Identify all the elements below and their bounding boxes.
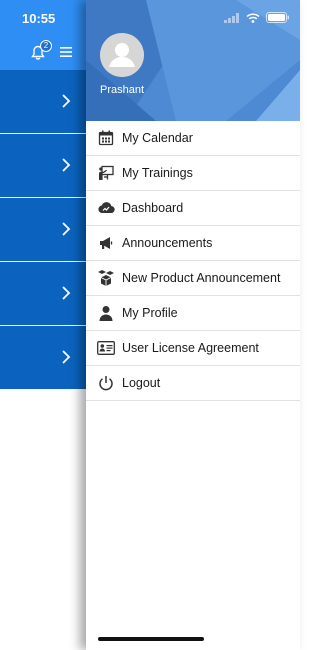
chevron-right-icon: [62, 158, 71, 172]
menu-item-user-license-agreement[interactable]: User License Agreement: [86, 331, 300, 366]
background-list-row[interactable]: [0, 198, 86, 261]
calendar-icon: [97, 129, 115, 147]
menu-item-logout[interactable]: Logout: [86, 366, 300, 401]
background-list-row[interactable]: [0, 70, 86, 133]
menu-item-dashboard[interactable]: Dashboard: [86, 191, 300, 226]
menu-item-my-profile[interactable]: My Profile: [86, 296, 300, 331]
presentation-icon: [97, 164, 115, 182]
wifi-icon: [246, 12, 260, 23]
menu-item-announcements[interactable]: Announcements: [86, 226, 300, 261]
battery-icon: [266, 12, 289, 23]
background-list-row[interactable]: [0, 326, 86, 389]
menu-item-label: My Calendar: [122, 131, 193, 145]
menu-item-label: User License Agreement: [122, 341, 259, 355]
menu-item-my-calendar[interactable]: My Calendar: [86, 121, 300, 156]
menu-item-label: My Trainings: [122, 166, 193, 180]
chevron-right-icon: [62, 94, 71, 108]
menu-item-new-product-announcement[interactable]: New Product Announcement: [86, 261, 300, 296]
menu-item-my-trainings[interactable]: My Trainings: [86, 156, 300, 191]
cloud-dashboard-icon: [97, 199, 115, 217]
chevron-right-icon: [62, 350, 71, 364]
hamburger-menu-icon[interactable]: [60, 46, 72, 58]
background-list-row[interactable]: [0, 262, 86, 325]
menu-item-label: New Product Announcement: [122, 271, 281, 285]
notification-badge: 2: [40, 40, 52, 52]
background-app: 10:55 2: [0, 0, 86, 650]
background-header: 10:55 2: [0, 0, 86, 70]
id-card-icon: [97, 339, 115, 357]
menu-item-label: My Profile: [122, 306, 178, 320]
home-indicator[interactable]: [98, 637, 204, 641]
boxes-icon: [97, 269, 115, 287]
user-avatar-icon[interactable]: [100, 33, 144, 77]
person-icon: [97, 304, 115, 322]
background-list: [0, 70, 86, 390]
background-list-row[interactable]: [0, 134, 86, 197]
drawer-menu: My Calendar My Trainings Dashboard Annou…: [86, 121, 300, 401]
cellular-signal-icon: [224, 12, 239, 23]
power-icon: [97, 374, 115, 392]
drawer-header: Prashant: [86, 0, 300, 121]
user-name: Prashant: [100, 84, 145, 96]
menu-item-label: Dashboard: [122, 201, 184, 215]
status-time: 10:55: [22, 11, 56, 26]
chevron-right-icon: [62, 222, 71, 236]
menu-item-label: Announcements: [122, 236, 213, 250]
navigation-drawer: Prashant My Calendar My Trainings Dashbo…: [86, 0, 300, 650]
chevron-right-icon: [62, 286, 71, 300]
megaphone-icon: [97, 234, 115, 252]
status-icons: [224, 12, 290, 23]
menu-item-label: Logout: [122, 376, 161, 390]
